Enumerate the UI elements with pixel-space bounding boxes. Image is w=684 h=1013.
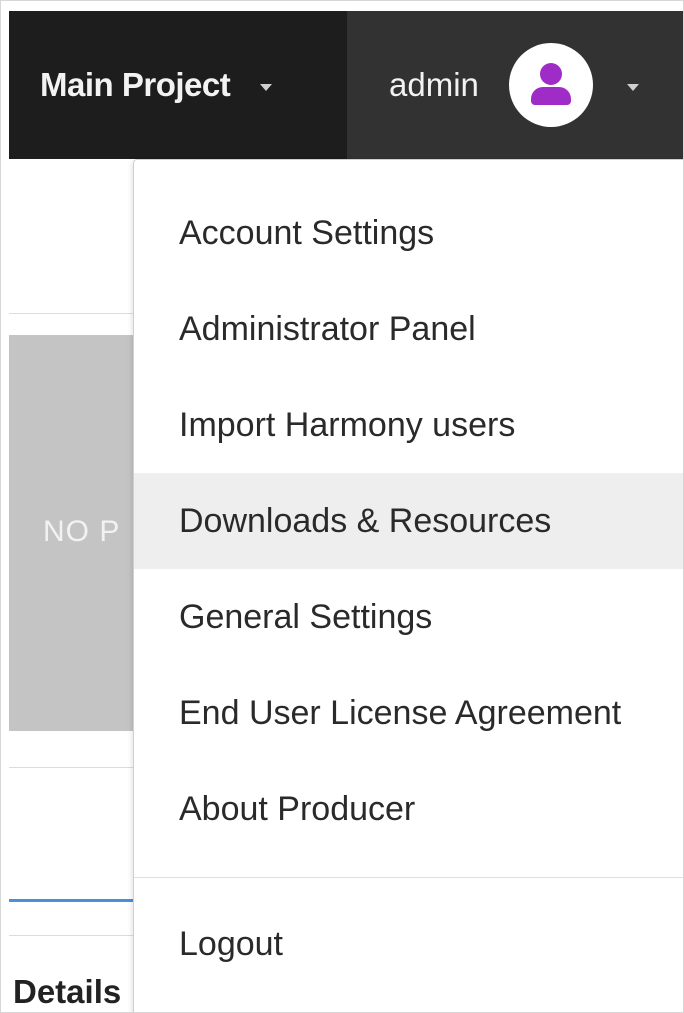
divider xyxy=(9,313,135,314)
menu-item-downloads-resources[interactable]: Downloads & Resources xyxy=(134,473,683,569)
chevron-down-icon xyxy=(626,83,639,91)
thumbnail-placeholder-text: NO P xyxy=(43,515,121,548)
divider xyxy=(9,767,135,768)
details-heading: Details xyxy=(13,973,122,1010)
username: admin xyxy=(389,66,479,103)
menu-divider xyxy=(134,877,683,878)
menu-item-about-producer[interactable]: About Producer xyxy=(134,761,683,857)
active-tab-indicator xyxy=(9,899,135,902)
project-name: Main Project xyxy=(40,66,231,103)
project-thumbnail: NO P xyxy=(9,335,139,731)
user-menu-toggle[interactable]: admin xyxy=(347,11,683,159)
project-switcher[interactable]: Main Project xyxy=(9,11,347,159)
menu-item-eula[interactable]: End User License Agreement xyxy=(134,665,683,761)
app-window: Main Project admin NO P Details Account … xyxy=(0,0,684,1013)
menu-item-administrator-panel[interactable]: Administrator Panel xyxy=(134,281,683,377)
chevron-down-icon xyxy=(260,83,273,91)
divider xyxy=(9,935,135,936)
menu-item-general-settings[interactable]: General Settings xyxy=(134,569,683,665)
menu-item-logout[interactable]: Logout xyxy=(134,882,683,1006)
user-avatar-icon xyxy=(508,43,593,127)
menu-item-import-harmony-users[interactable]: Import Harmony users xyxy=(134,377,683,473)
menu-item-account-settings[interactable]: Account Settings xyxy=(134,185,683,281)
user-dropdown-menu: Account Settings Administrator Panel Imp… xyxy=(133,159,683,1012)
top-navigation-bar: Main Project admin xyxy=(9,11,683,159)
